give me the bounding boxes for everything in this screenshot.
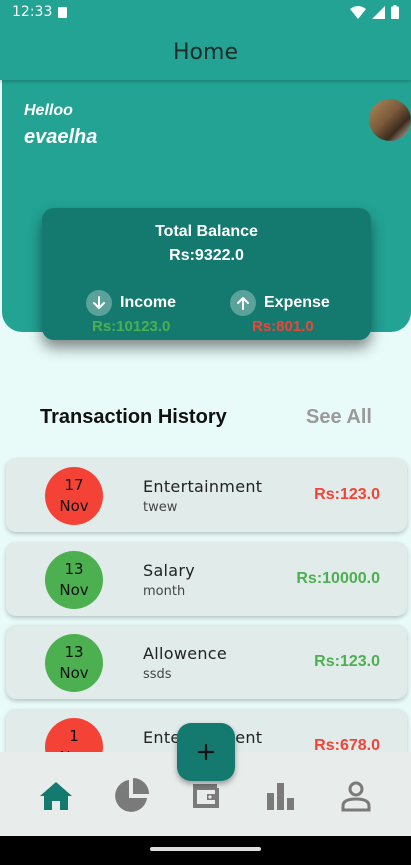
page-title: Home bbox=[173, 39, 238, 65]
transaction-date-badge: 13 Nov bbox=[45, 551, 103, 609]
arrow-up-icon bbox=[230, 290, 256, 316]
transaction-amount: Rs:123.0 bbox=[314, 653, 380, 670]
transaction-day: 13 bbox=[64, 643, 84, 661]
balance-card: Total Balance Rs:9322.0 Income Expense R… bbox=[42, 208, 371, 340]
status-bar: 12:33 bbox=[0, 0, 411, 24]
expense-value: Rs:801.0 bbox=[252, 318, 314, 335]
wifi-icon bbox=[350, 5, 366, 19]
transaction-history-title: Transaction History bbox=[40, 406, 227, 428]
greeting-text: Helloo bbox=[24, 102, 73, 119]
nav-home[interactable] bbox=[36, 776, 76, 816]
transaction-name: Allowence bbox=[143, 644, 228, 663]
transaction-month: Nov bbox=[59, 664, 89, 682]
total-balance-label: Total Balance bbox=[155, 223, 258, 240]
transaction-month: Nov bbox=[59, 497, 89, 515]
income-value: Rs:10123.0 bbox=[92, 318, 171, 335]
transaction-description: month bbox=[143, 584, 186, 599]
arrow-down-icon bbox=[86, 290, 112, 316]
plus-icon bbox=[198, 744, 214, 760]
nav-statistics[interactable] bbox=[111, 776, 151, 816]
transaction-description: twew bbox=[143, 500, 178, 515]
transaction-month: Nov bbox=[59, 581, 89, 599]
battery-icon bbox=[391, 5, 399, 19]
transaction-item[interactable]: 13 Nov Allowence ssds Rs:123.0 bbox=[6, 625, 407, 699]
nav-profile[interactable] bbox=[336, 776, 376, 816]
status-time: 12:33 bbox=[12, 4, 53, 20]
add-transaction-button[interactable] bbox=[177, 723, 235, 781]
transaction-date-badge: 13 Nov bbox=[45, 634, 103, 692]
expense-summary: Expense bbox=[230, 290, 330, 316]
sd-card-icon bbox=[58, 7, 68, 18]
signal-icon bbox=[372, 5, 385, 19]
see-all-button[interactable]: See All bbox=[306, 406, 372, 429]
transaction-day: 13 bbox=[64, 560, 84, 578]
avatar[interactable] bbox=[369, 99, 411, 141]
transaction-date-badge: 17 Nov bbox=[45, 467, 103, 525]
home-indicator[interactable] bbox=[150, 847, 261, 851]
app-bar: Home bbox=[0, 24, 411, 80]
transaction-amount: Rs:10000.0 bbox=[296, 570, 380, 587]
home-icon bbox=[40, 782, 72, 810]
nav-wallet[interactable] bbox=[186, 776, 226, 816]
income-summary: Income bbox=[86, 290, 176, 316]
profile-icon bbox=[341, 781, 371, 812]
bar-chart-icon bbox=[267, 783, 294, 810]
pie-chart-icon bbox=[115, 778, 149, 812]
total-balance-value: Rs:9322.0 bbox=[169, 247, 244, 264]
transaction-item[interactable]: 13 Nov Salary month Rs:10000.0 bbox=[6, 542, 407, 616]
transaction-description: ssds bbox=[143, 667, 172, 682]
username-text: evaelha bbox=[24, 126, 98, 148]
transaction-day: 17 bbox=[64, 476, 84, 494]
transaction-name: Entertainment bbox=[143, 477, 263, 496]
wallet-icon bbox=[193, 784, 219, 808]
status-icons bbox=[350, 5, 399, 19]
transaction-name: Salary bbox=[143, 561, 196, 580]
transaction-amount: Rs:123.0 bbox=[314, 486, 380, 503]
transaction-day: 1 bbox=[69, 727, 79, 745]
income-label: Income bbox=[120, 294, 177, 311]
expense-label: Expense bbox=[264, 294, 330, 311]
system-navigation-bar bbox=[0, 836, 411, 865]
transaction-item[interactable]: 17 Nov Entertainment twew Rs:123.0 bbox=[6, 458, 407, 532]
nav-reports[interactable] bbox=[261, 776, 301, 816]
